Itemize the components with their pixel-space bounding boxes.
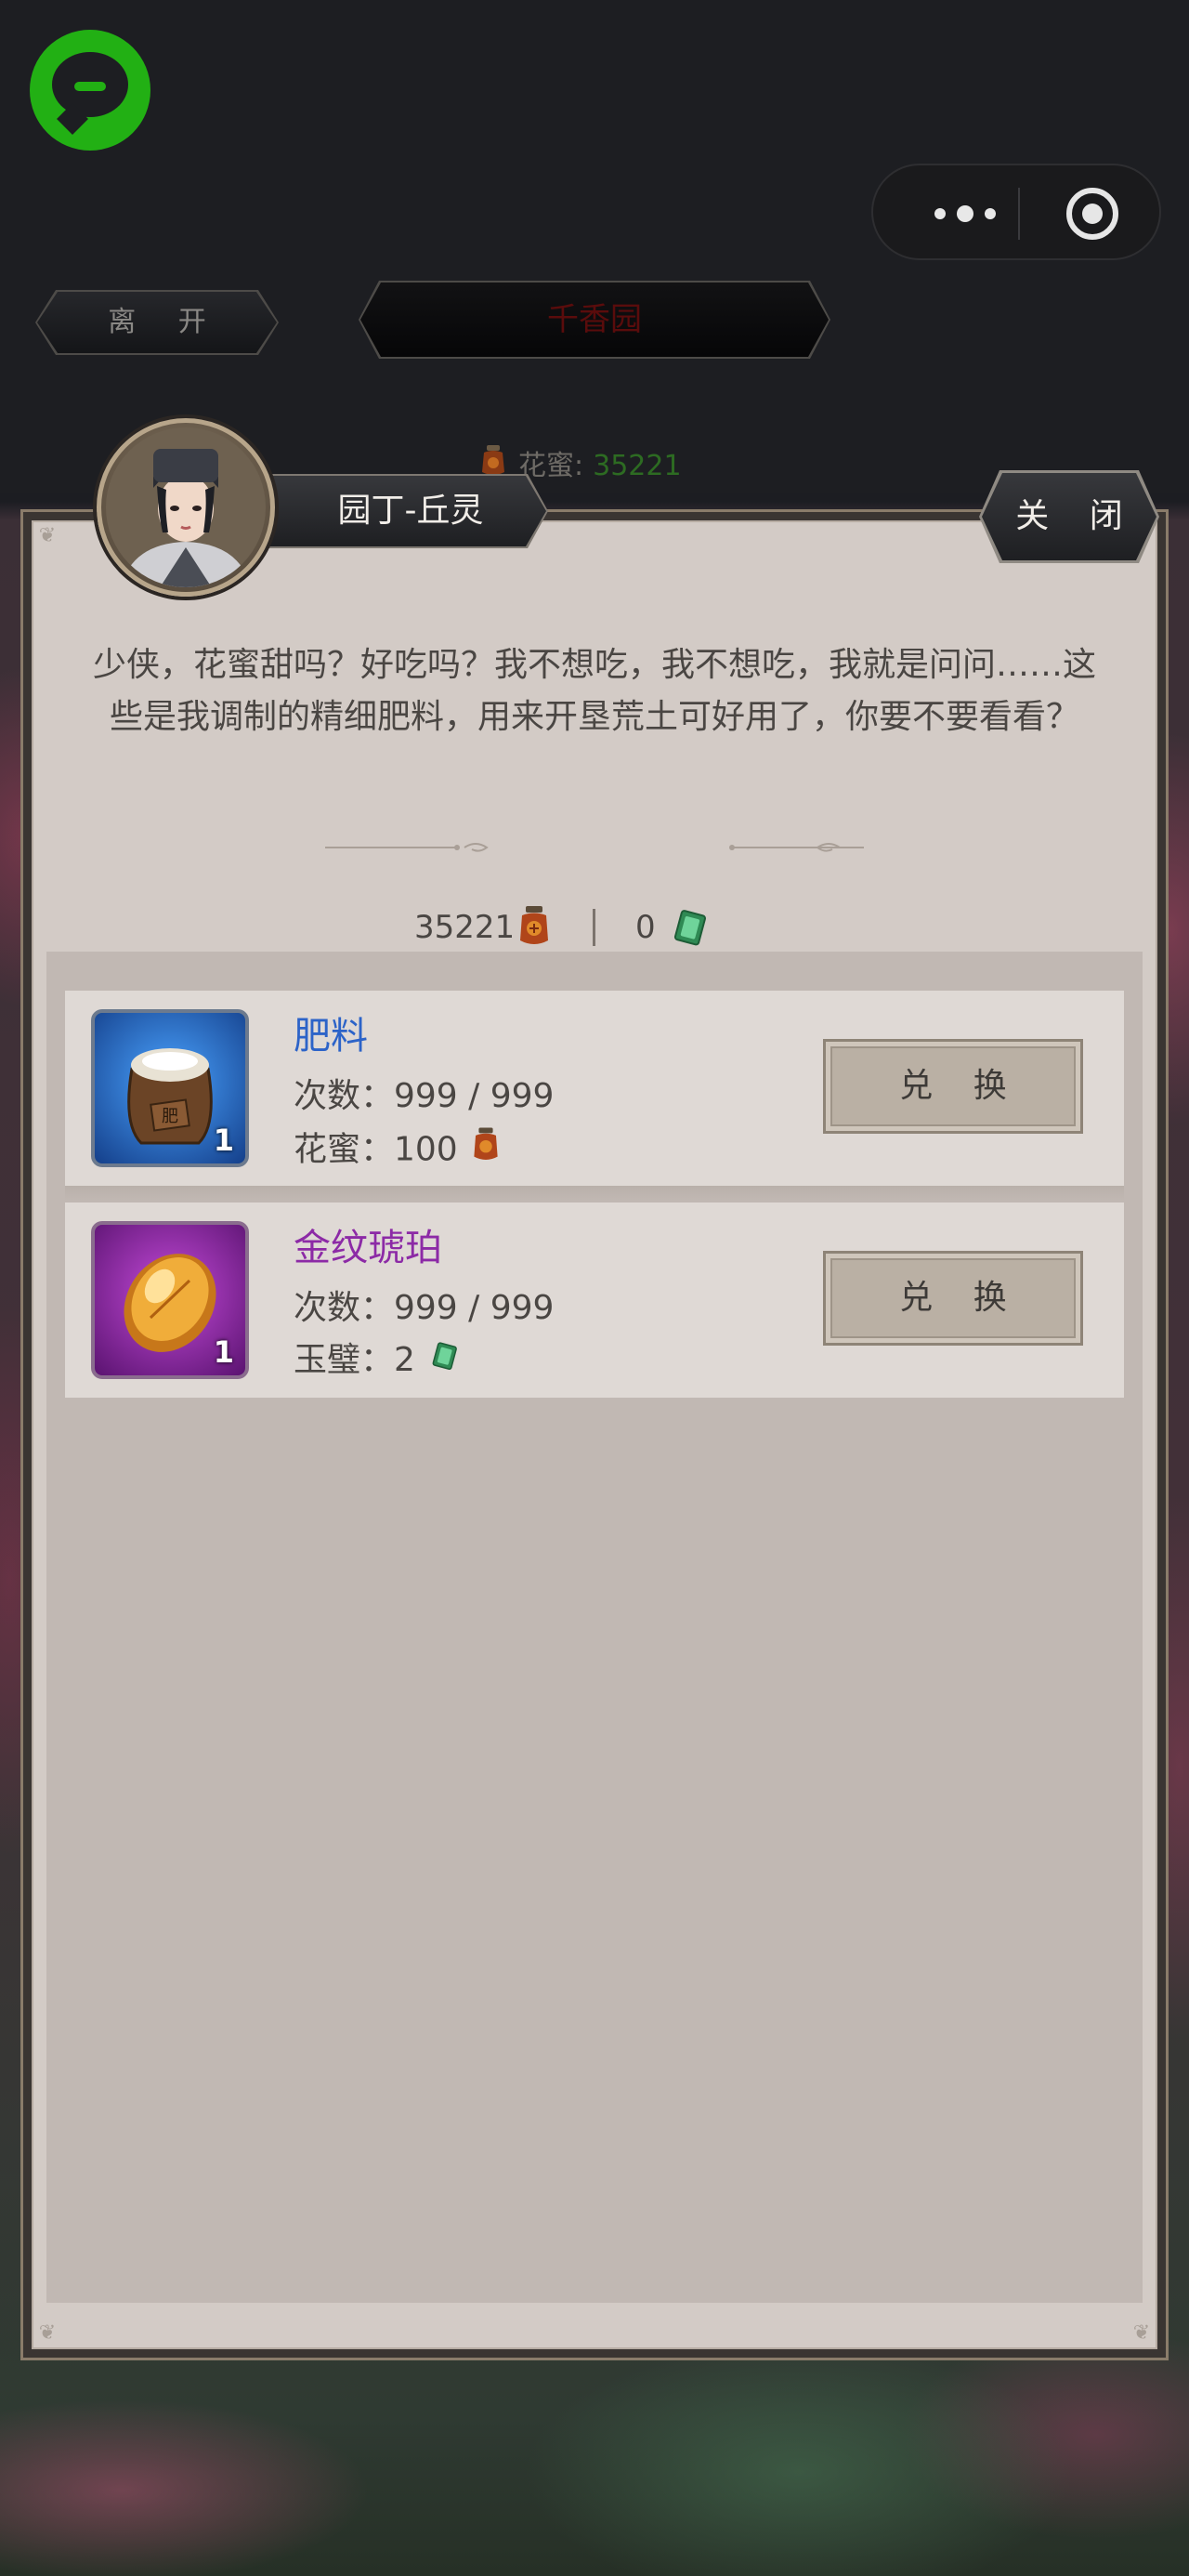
leave-button[interactable]: 离 开 xyxy=(37,292,277,353)
exchange-button[interactable]: 兑 换 xyxy=(823,1251,1083,1346)
honey-jar-icon xyxy=(471,1126,501,1176)
header-honey-value: 35221 xyxy=(593,450,682,482)
divider-ornament-icon xyxy=(729,843,864,852)
item-name: 金纹琥珀 xyxy=(294,1227,442,1269)
row-shadow xyxy=(65,1186,1124,1201)
close-button[interactable]: 关 闭 xyxy=(982,473,1156,560)
jade-icon xyxy=(428,1339,460,1384)
shop-item-row: 肥 1 肥料 次数：999 / 999 花蜜：100 兑 换 xyxy=(65,991,1124,1186)
app-logo-icon xyxy=(30,30,150,151)
corner-ornament-icon: ❦ xyxy=(1132,2321,1151,2345)
npc-dialogue: 少侠，花蜜甜吗？好吃吗？我不想吃，我不想吃，我就是问问……这些是我调制的精细肥料… xyxy=(92,646,1096,736)
currency-separator xyxy=(593,909,595,946)
item-cost: 花蜜：100 xyxy=(294,1126,501,1176)
item-cost-text: 玉璧：2 xyxy=(294,1341,415,1379)
jade-icon xyxy=(669,907,710,952)
item-icon-frame[interactable]: 1 xyxy=(91,1221,249,1379)
item-name: 肥料 xyxy=(294,1015,368,1058)
item-quantity: 1 xyxy=(213,1334,234,1370)
item-cost: 玉璧：2 xyxy=(294,1338,460,1384)
honey-jar-icon xyxy=(516,905,552,952)
npc-avatar xyxy=(97,418,275,597)
more-options-icon[interactable] xyxy=(914,199,1016,229)
location-title: 千香园 xyxy=(360,283,829,357)
divider-ornament-icon xyxy=(325,843,489,852)
corner-ornament-icon: ❦ xyxy=(38,2321,57,2345)
shop-item-row: 1 金纹琥珀 次数：999 / 999 玉璧：2 兑 换 xyxy=(65,1203,1124,1398)
item-icon-frame[interactable]: 肥 1 xyxy=(91,1009,249,1167)
item-exchange-count: 次数：999 / 999 xyxy=(294,1077,555,1115)
capsule-divider xyxy=(1018,188,1020,240)
currency-row: 35221 0 xyxy=(0,900,1189,955)
item-exchange-count: 次数：999 / 999 xyxy=(294,1289,555,1327)
close-miniprogram-icon[interactable] xyxy=(1066,188,1118,240)
gardener-portrait-icon xyxy=(106,427,266,587)
exchange-button[interactable]: 兑 换 xyxy=(823,1039,1083,1134)
capsule-menu xyxy=(871,164,1161,260)
svg-text:肥: 肥 xyxy=(162,1107,178,1126)
npc-name: 园丁-丘灵 xyxy=(247,476,546,546)
item-cost-text: 花蜜：100 xyxy=(294,1130,458,1169)
corner-ornament-icon: ❦ xyxy=(38,524,57,547)
item-quantity: 1 xyxy=(213,1123,234,1158)
jade-balance: 0 xyxy=(635,909,656,946)
honey-balance: 35221 xyxy=(414,909,516,946)
